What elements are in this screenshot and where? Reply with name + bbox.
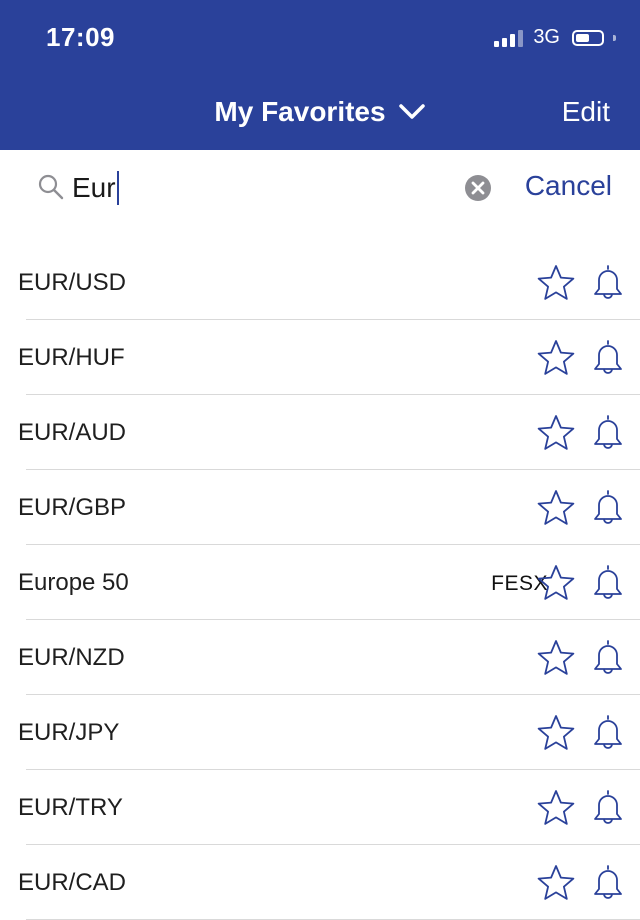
battery-level-fill	[576, 33, 589, 42]
star-icon[interactable]	[536, 563, 576, 608]
instrument-name: EUR/JPY	[18, 719, 120, 746]
search-input[interactable]: Eur	[72, 170, 120, 206]
battery-icon	[572, 29, 604, 46]
favorites-dropdown[interactable]: My Favorites	[0, 96, 640, 128]
instrument-name: EUR/AUD	[18, 419, 127, 446]
search-bar: Eur Cancel	[0, 150, 640, 226]
app-header: 17:09 3G My Favorites Edit	[0, 0, 640, 150]
star-icon[interactable]	[536, 413, 576, 458]
instrument-name: EUR/USD	[18, 269, 127, 296]
bell-icon[interactable]	[588, 337, 628, 382]
bell-icon[interactable]	[588, 787, 628, 832]
instrument-name: EUR/CAD	[18, 869, 127, 896]
status-indicators: 3G	[494, 26, 616, 49]
search-query: Eur	[72, 172, 116, 203]
bell-icon[interactable]	[588, 487, 628, 532]
bell-icon[interactable]	[588, 637, 628, 682]
list-item[interactable]: EUR/TRY	[18, 770, 640, 845]
list-item[interactable]: EUR/AUD	[18, 395, 640, 470]
bell-icon[interactable]	[588, 712, 628, 757]
cancel-button[interactable]: Cancel	[525, 170, 612, 202]
instrument-name: EUR/NZD	[18, 644, 125, 671]
search-results-list: EUR/USD EUR/HUF EUR/AUD EUR/GBP Europe 50 FES…	[0, 245, 640, 920]
instrument-name: EUR/HUF	[18, 344, 125, 371]
instrument-name: EUR/GBP	[18, 494, 127, 521]
star-icon[interactable]	[536, 863, 576, 908]
signal-icon	[494, 29, 524, 47]
bell-icon[interactable]	[588, 262, 628, 307]
bell-icon[interactable]	[588, 562, 628, 607]
page-title: My Favorites	[214, 96, 386, 127]
search-icon	[38, 174, 64, 200]
star-icon[interactable]	[536, 713, 576, 758]
edit-button[interactable]: Edit	[562, 96, 610, 128]
network-type: 3G	[533, 26, 560, 48]
star-icon[interactable]	[536, 338, 576, 383]
bell-icon[interactable]	[588, 862, 628, 907]
list-item[interactable]: EUR/GBP	[18, 470, 640, 545]
status-time: 17:09	[46, 22, 115, 52]
star-icon[interactable]	[536, 488, 576, 533]
text-caret	[116, 171, 120, 205]
instrument-name: EUR/TRY	[18, 794, 123, 821]
list-item[interactable]: EUR/JPY	[18, 695, 640, 770]
star-icon[interactable]	[536, 263, 576, 308]
battery-cap	[613, 34, 616, 41]
list-item[interactable]: Europe 50 FESX	[18, 545, 640, 620]
bell-icon[interactable]	[588, 412, 628, 457]
instrument-name: Europe 50	[18, 569, 129, 596]
list-item[interactable]: EUR/CAD	[18, 845, 640, 920]
star-icon[interactable]	[536, 638, 576, 683]
list-item[interactable]: EUR/HUF	[18, 320, 640, 395]
list-item[interactable]: EUR/USD	[18, 245, 640, 320]
star-icon[interactable]	[536, 788, 576, 833]
list-item[interactable]: EUR/NZD	[18, 620, 640, 695]
clear-icon[interactable]	[464, 174, 492, 202]
chevron-down-icon	[398, 104, 425, 119]
